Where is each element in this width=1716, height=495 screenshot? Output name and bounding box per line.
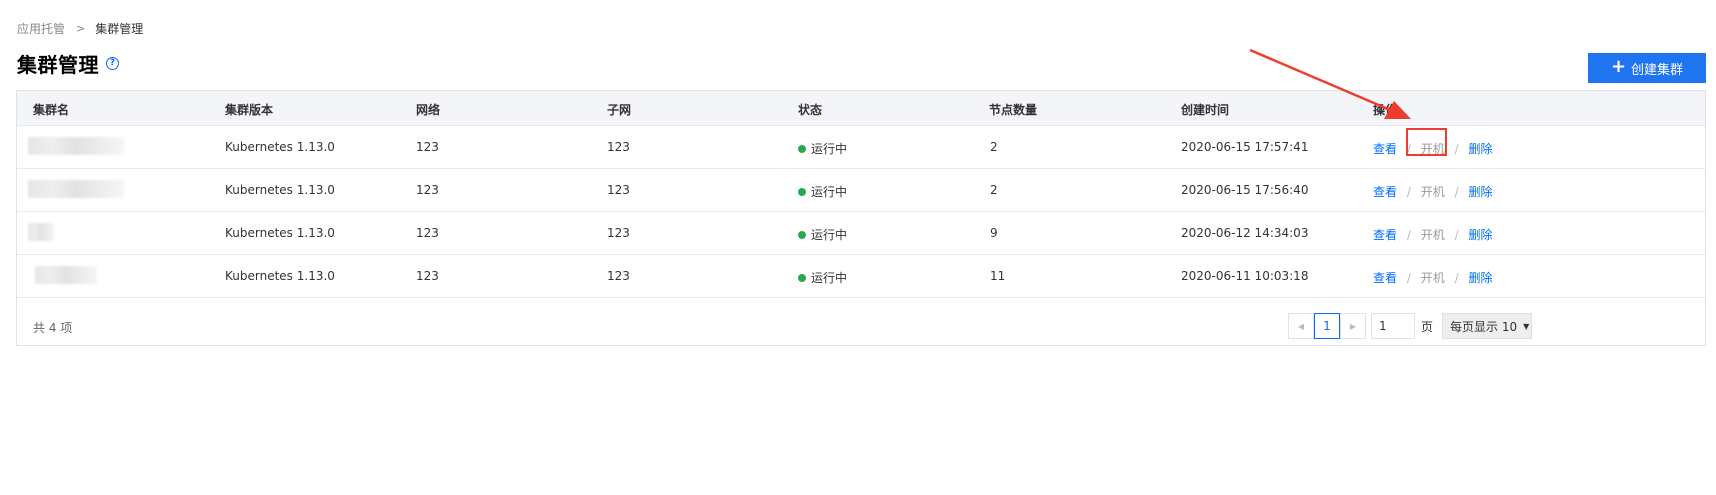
action-separator: / bbox=[1454, 185, 1459, 199]
cell-subnet: 123 bbox=[607, 226, 630, 240]
cell-network: 123 bbox=[416, 226, 439, 240]
cell-version: Kubernetes 1.13.0 bbox=[225, 140, 335, 154]
cell-status: 运行中 bbox=[798, 183, 847, 200]
breadcrumb-current: 集群管理 bbox=[95, 22, 144, 36]
total-count: 共 4 项 bbox=[33, 321, 73, 335]
cell-actions: 查看 / 开机 / 删除 bbox=[1373, 269, 1492, 286]
action-separator: / bbox=[1454, 271, 1459, 285]
action-separator: / bbox=[1406, 185, 1411, 199]
pagination: ◀ 1 ▶ 页 每页显示 10 ▼ bbox=[1288, 313, 1533, 339]
annotation-highlight-box bbox=[1406, 128, 1447, 156]
table-row: Kubernetes 1.13.0 123 123 运行中 2 2020-06-… bbox=[17, 126, 1705, 169]
cell-created-time: 2020-06-11 10:03:18 bbox=[1181, 269, 1309, 283]
cell-status: 运行中 bbox=[798, 269, 847, 286]
title-row: 集群管理 ? bbox=[17, 49, 119, 77]
cell-network: 123 bbox=[416, 269, 439, 283]
delete-link[interactable]: 删除 bbox=[1468, 185, 1492, 199]
page-jump-input[interactable] bbox=[1371, 313, 1415, 339]
cell-node-count: 9 bbox=[990, 226, 998, 240]
cell-network: 123 bbox=[416, 183, 439, 197]
cell-node-count: 11 bbox=[990, 269, 1006, 283]
help-icon[interactable]: ? bbox=[106, 56, 119, 70]
current-page-indicator[interactable]: 1 bbox=[1314, 313, 1340, 339]
column-header-version: 集群版本 bbox=[225, 103, 274, 117]
action-separator: / bbox=[1454, 228, 1459, 242]
delete-link[interactable]: 删除 bbox=[1468, 142, 1492, 156]
cell-subnet: 123 bbox=[607, 183, 630, 197]
prev-page-button[interactable]: ◀ bbox=[1288, 313, 1314, 339]
table-footer: 共 4 项 ◀ 1 ▶ 页 每页显示 10 ▼ bbox=[17, 298, 1705, 353]
table-row: Kubernetes 1.13.0 123 123 运行中 9 2020-06-… bbox=[17, 212, 1705, 255]
page-size-select[interactable]: 每页显示 10 ▼ bbox=[1442, 313, 1533, 339]
delete-link[interactable]: 删除 bbox=[1468, 271, 1492, 285]
cluster-table-panel: 集群名 集群版本 网络 子网 状态 节点数量 创建时间 操作 Kubernete… bbox=[16, 90, 1706, 346]
column-header-status: 状态 bbox=[798, 103, 823, 117]
status-label: 运行中 bbox=[811, 228, 848, 242]
power-on-link[interactable]: 开机 bbox=[1421, 271, 1445, 285]
status-label: 运行中 bbox=[811, 271, 848, 285]
cell-version: Kubernetes 1.13.0 bbox=[225, 183, 335, 197]
cell-node-count: 2 bbox=[990, 140, 998, 154]
cell-version: Kubernetes 1.13.0 bbox=[225, 226, 335, 240]
caret-down-icon: ▼ bbox=[1523, 321, 1530, 331]
column-header-subnet: 子网 bbox=[607, 103, 632, 117]
breadcrumb-separator: > bbox=[76, 22, 86, 35]
cell-status: 运行中 bbox=[798, 226, 847, 243]
cluster-name-redacted[interactable] bbox=[28, 223, 54, 241]
cell-actions: 查看 / 开机 / 删除 bbox=[1373, 183, 1492, 200]
cell-status: 运行中 bbox=[798, 140, 847, 157]
column-header-name: 集群名 bbox=[33, 103, 70, 117]
column-header-created-time: 创建时间 bbox=[1181, 103, 1230, 117]
delete-link[interactable]: 删除 bbox=[1468, 228, 1492, 242]
breadcrumb: 应用托管 > 集群管理 bbox=[17, 21, 143, 37]
breadcrumb-app-hosting[interactable]: 应用托管 bbox=[17, 21, 65, 37]
cell-version: Kubernetes 1.13.0 bbox=[225, 269, 335, 283]
power-on-link[interactable]: 开机 bbox=[1421, 185, 1445, 199]
next-page-button[interactable]: ▶ bbox=[1340, 313, 1366, 339]
column-header-node-count: 节点数量 bbox=[989, 103, 1038, 117]
cluster-name-redacted[interactable] bbox=[28, 137, 124, 155]
cell-node-count: 2 bbox=[990, 183, 998, 197]
page-size-label: 每页显示 10 bbox=[1450, 319, 1518, 334]
cluster-name-redacted[interactable] bbox=[35, 266, 97, 284]
cluster-name-redacted[interactable] bbox=[28, 180, 124, 198]
column-header-network: 网络 bbox=[416, 103, 441, 117]
action-separator: / bbox=[1454, 142, 1459, 156]
create-cluster-label: 创建集群 bbox=[1631, 62, 1684, 78]
view-link[interactable]: 查看 bbox=[1373, 142, 1397, 156]
action-separator: / bbox=[1406, 228, 1411, 242]
page-unit-label: 页 bbox=[1421, 319, 1434, 334]
column-header-actions: 操作 bbox=[1373, 103, 1398, 117]
cell-network: 123 bbox=[416, 140, 439, 154]
status-running-icon bbox=[798, 274, 806, 282]
table-row: Kubernetes 1.13.0 123 123 运行中 11 2020-06… bbox=[17, 255, 1705, 298]
cell-created-time: 2020-06-15 17:57:41 bbox=[1181, 140, 1309, 154]
status-running-icon bbox=[798, 231, 806, 239]
cell-subnet: 123 bbox=[607, 140, 630, 154]
power-on-link[interactable]: 开机 bbox=[1421, 228, 1445, 242]
cell-created-time: 2020-06-15 17:56:40 bbox=[1181, 183, 1309, 197]
table-row: Kubernetes 1.13.0 123 123 运行中 2 2020-06-… bbox=[17, 169, 1705, 212]
status-running-icon bbox=[798, 188, 806, 196]
cell-actions: 查看 / 开机 / 删除 bbox=[1373, 226, 1492, 243]
status-label: 运行中 bbox=[811, 142, 848, 156]
create-cluster-button[interactable]: + 创建集群 bbox=[1588, 53, 1706, 83]
cell-subnet: 123 bbox=[607, 269, 630, 283]
plus-icon: + bbox=[1610, 56, 1627, 77]
view-link[interactable]: 查看 bbox=[1373, 185, 1397, 199]
view-link[interactable]: 查看 bbox=[1373, 271, 1397, 285]
action-separator: / bbox=[1406, 271, 1411, 285]
view-link[interactable]: 查看 bbox=[1373, 228, 1397, 242]
cell-created-time: 2020-06-12 14:34:03 bbox=[1181, 226, 1309, 240]
status-label: 运行中 bbox=[811, 185, 848, 199]
table-header: 集群名 集群版本 网络 子网 状态 节点数量 创建时间 操作 bbox=[17, 91, 1705, 126]
status-running-icon bbox=[798, 145, 806, 153]
page-title: 集群管理 bbox=[17, 52, 99, 77]
